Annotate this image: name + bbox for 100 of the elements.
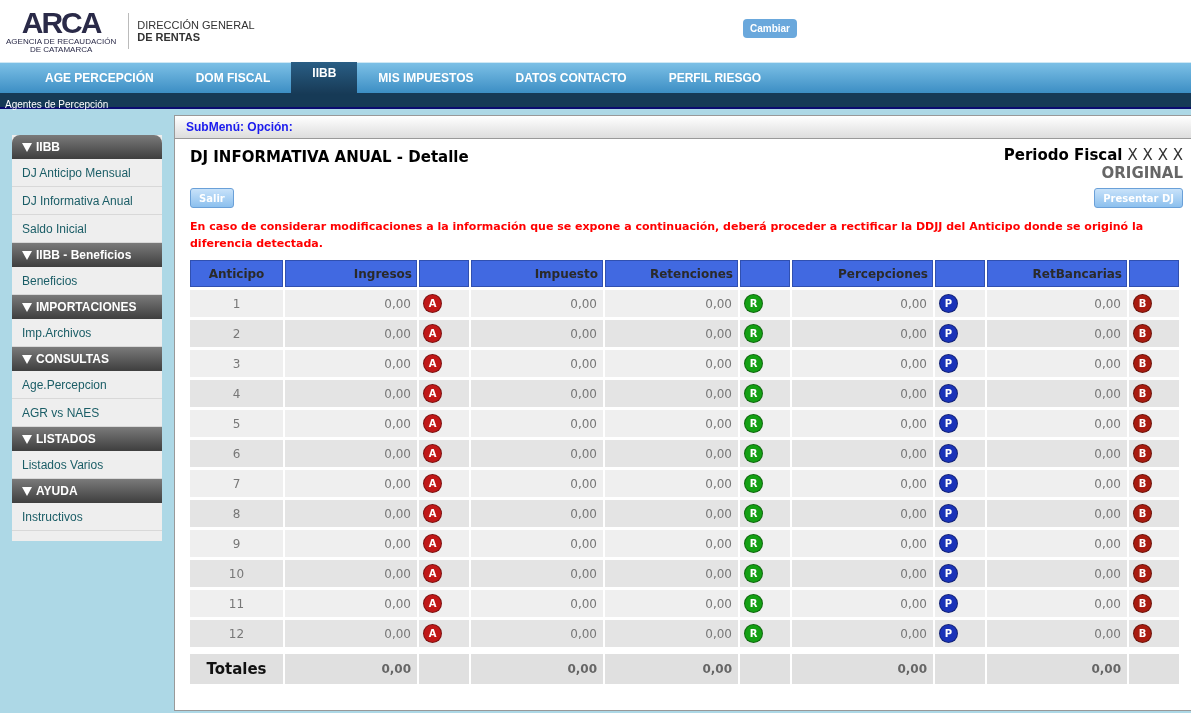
table-cell: 0,00 xyxy=(471,560,603,587)
total-cell: 0,00 xyxy=(471,654,603,684)
letter-badge[interactable]: P xyxy=(939,504,958,523)
table-cell: 0,00 xyxy=(285,440,417,467)
letter-badge[interactable]: B xyxy=(1133,594,1152,613)
table-cell: 0,00 xyxy=(605,470,738,497)
table-cell: 0,00 xyxy=(792,620,933,647)
table-cell: 0,00 xyxy=(285,530,417,557)
letter-badge[interactable]: A xyxy=(423,504,442,523)
letter-badge[interactable]: P xyxy=(939,474,958,493)
letter-badge[interactable]: B xyxy=(1133,474,1152,493)
table-cell: 11 xyxy=(190,590,283,617)
letter-badge[interactable]: A xyxy=(423,564,442,583)
letter-badge[interactable]: A xyxy=(423,624,442,643)
table-cell: 0,00 xyxy=(987,290,1127,317)
table-cell: 0,00 xyxy=(792,350,933,377)
letter-badge[interactable]: R xyxy=(744,534,763,553)
letter-badge[interactable]: B xyxy=(1133,414,1152,433)
table-cell: 0,00 xyxy=(605,290,738,317)
empty-cell xyxy=(740,654,790,684)
table-cell: 0,00 xyxy=(471,590,603,617)
sidebar-section-header[interactable]: LISTADOS xyxy=(12,427,162,451)
table-cell: 0,00 xyxy=(605,560,738,587)
letter-badge[interactable]: P xyxy=(939,444,958,463)
status-label: ORIGINAL xyxy=(1100,164,1183,182)
table-cell: 0,00 xyxy=(471,290,603,317)
letter-badge[interactable]: B xyxy=(1133,294,1152,313)
table-cell: 0,00 xyxy=(285,380,417,407)
letter-badge[interactable]: R xyxy=(744,444,763,463)
table-cell: 0,00 xyxy=(471,320,603,347)
letter-badge[interactable]: B xyxy=(1133,444,1152,463)
sidebar-item[interactable]: Instructivos xyxy=(12,503,162,531)
letter-badge[interactable]: A xyxy=(423,384,442,403)
table-cell: 0,00 xyxy=(471,440,603,467)
table-cell: 0,00 xyxy=(605,440,738,467)
letter-badge[interactable]: R xyxy=(744,414,763,433)
letter-badge[interactable]: P xyxy=(939,534,958,553)
letter-badge[interactable]: A xyxy=(423,414,442,433)
table-cell: 7 xyxy=(190,470,283,497)
letter-badge[interactable]: B xyxy=(1133,534,1152,553)
table-cell: 0,00 xyxy=(792,320,933,347)
letter-badge[interactable]: A xyxy=(423,594,442,613)
table-cell: 0,00 xyxy=(605,620,738,647)
letter-badge[interactable]: A xyxy=(423,534,442,553)
sidebar-item[interactable]: DJ Informativa Anual xyxy=(12,187,162,215)
letter-badge[interactable]: B xyxy=(1133,624,1152,643)
triangle-icon xyxy=(22,142,32,152)
table-cell: 10 xyxy=(190,560,283,587)
letter-badge[interactable]: B xyxy=(1133,564,1152,583)
column-header xyxy=(740,260,790,287)
letter-badge[interactable]: P xyxy=(939,414,958,433)
letter-badge[interactable]: A xyxy=(423,294,442,313)
sidebar-section-header[interactable]: IIBB xyxy=(12,135,162,159)
letter-badge[interactable]: R xyxy=(744,624,763,643)
letter-badge[interactable]: R xyxy=(744,324,763,343)
sidebar-item[interactable]: Age.Percepcion xyxy=(12,371,162,399)
letter-badge[interactable]: R xyxy=(744,384,763,403)
sidebar-section-header[interactable]: IIBB - Beneficios xyxy=(12,243,162,267)
letter-badge[interactable]: A xyxy=(423,474,442,493)
total-cell: 0,00 xyxy=(285,654,417,684)
table-cell: 0,00 xyxy=(285,290,417,317)
sidebar-section-header[interactable]: IMPORTACIONES xyxy=(12,295,162,319)
table-cell: 1 xyxy=(190,290,283,317)
triangle-icon xyxy=(22,302,32,312)
letter-badge[interactable]: P xyxy=(939,294,958,313)
sidebar-item[interactable]: DJ Anticipo Mensual xyxy=(12,159,162,187)
warning-message: En caso de considerar modificaciones a la información que se expone a continuación, deberá proceder a rectificar la DDJJ del Anticipo donde se originó la diferencia detectada. xyxy=(190,219,1145,252)
letter-badge[interactable]: P xyxy=(939,324,958,343)
letter-badge[interactable]: R xyxy=(744,594,763,613)
letter-badge[interactable]: R xyxy=(744,474,763,493)
letter-badge[interactable]: B xyxy=(1133,384,1152,403)
letter-badge[interactable]: A xyxy=(423,354,442,373)
letter-badge[interactable]: P xyxy=(939,624,958,643)
letter-badge[interactable]: P xyxy=(939,564,958,583)
letter-badge[interactable]: B xyxy=(1133,354,1152,373)
total-cell: 0,00 xyxy=(605,654,738,684)
logo-caption: DE CATAMARCA xyxy=(29,46,93,54)
sidebar-section-header[interactable]: AYUDA xyxy=(12,479,162,503)
table-cell: 0,00 xyxy=(987,590,1127,617)
letter-badge[interactable]: R xyxy=(744,354,763,373)
letter-badge[interactable]: R xyxy=(744,294,763,313)
letter-badge[interactable]: P xyxy=(939,594,958,613)
letter-badge[interactable]: R xyxy=(744,564,763,583)
table-cell: 0,00 xyxy=(471,530,603,557)
letter-badge[interactable]: B xyxy=(1133,504,1152,523)
letter-badge[interactable]: B xyxy=(1133,324,1152,343)
letter-badge[interactable]: A xyxy=(423,444,442,463)
table-cell: 0,00 xyxy=(987,380,1127,407)
letter-badge[interactable]: R xyxy=(744,504,763,523)
table-cell: 0,00 xyxy=(792,590,933,617)
column-header xyxy=(1129,260,1179,287)
table-cell: 9 xyxy=(190,530,283,557)
letter-badge[interactable]: A xyxy=(423,324,442,343)
table-cell: 0,00 xyxy=(285,590,417,617)
column-header: RetBancarias xyxy=(987,260,1127,287)
letter-badge[interactable]: P xyxy=(939,384,958,403)
column-header: Percepciones xyxy=(792,260,933,287)
letter-badge[interactable]: P xyxy=(939,354,958,373)
sidebar-section-header[interactable]: CONSULTAS xyxy=(12,347,162,371)
table-cell: 0,00 xyxy=(792,440,933,467)
